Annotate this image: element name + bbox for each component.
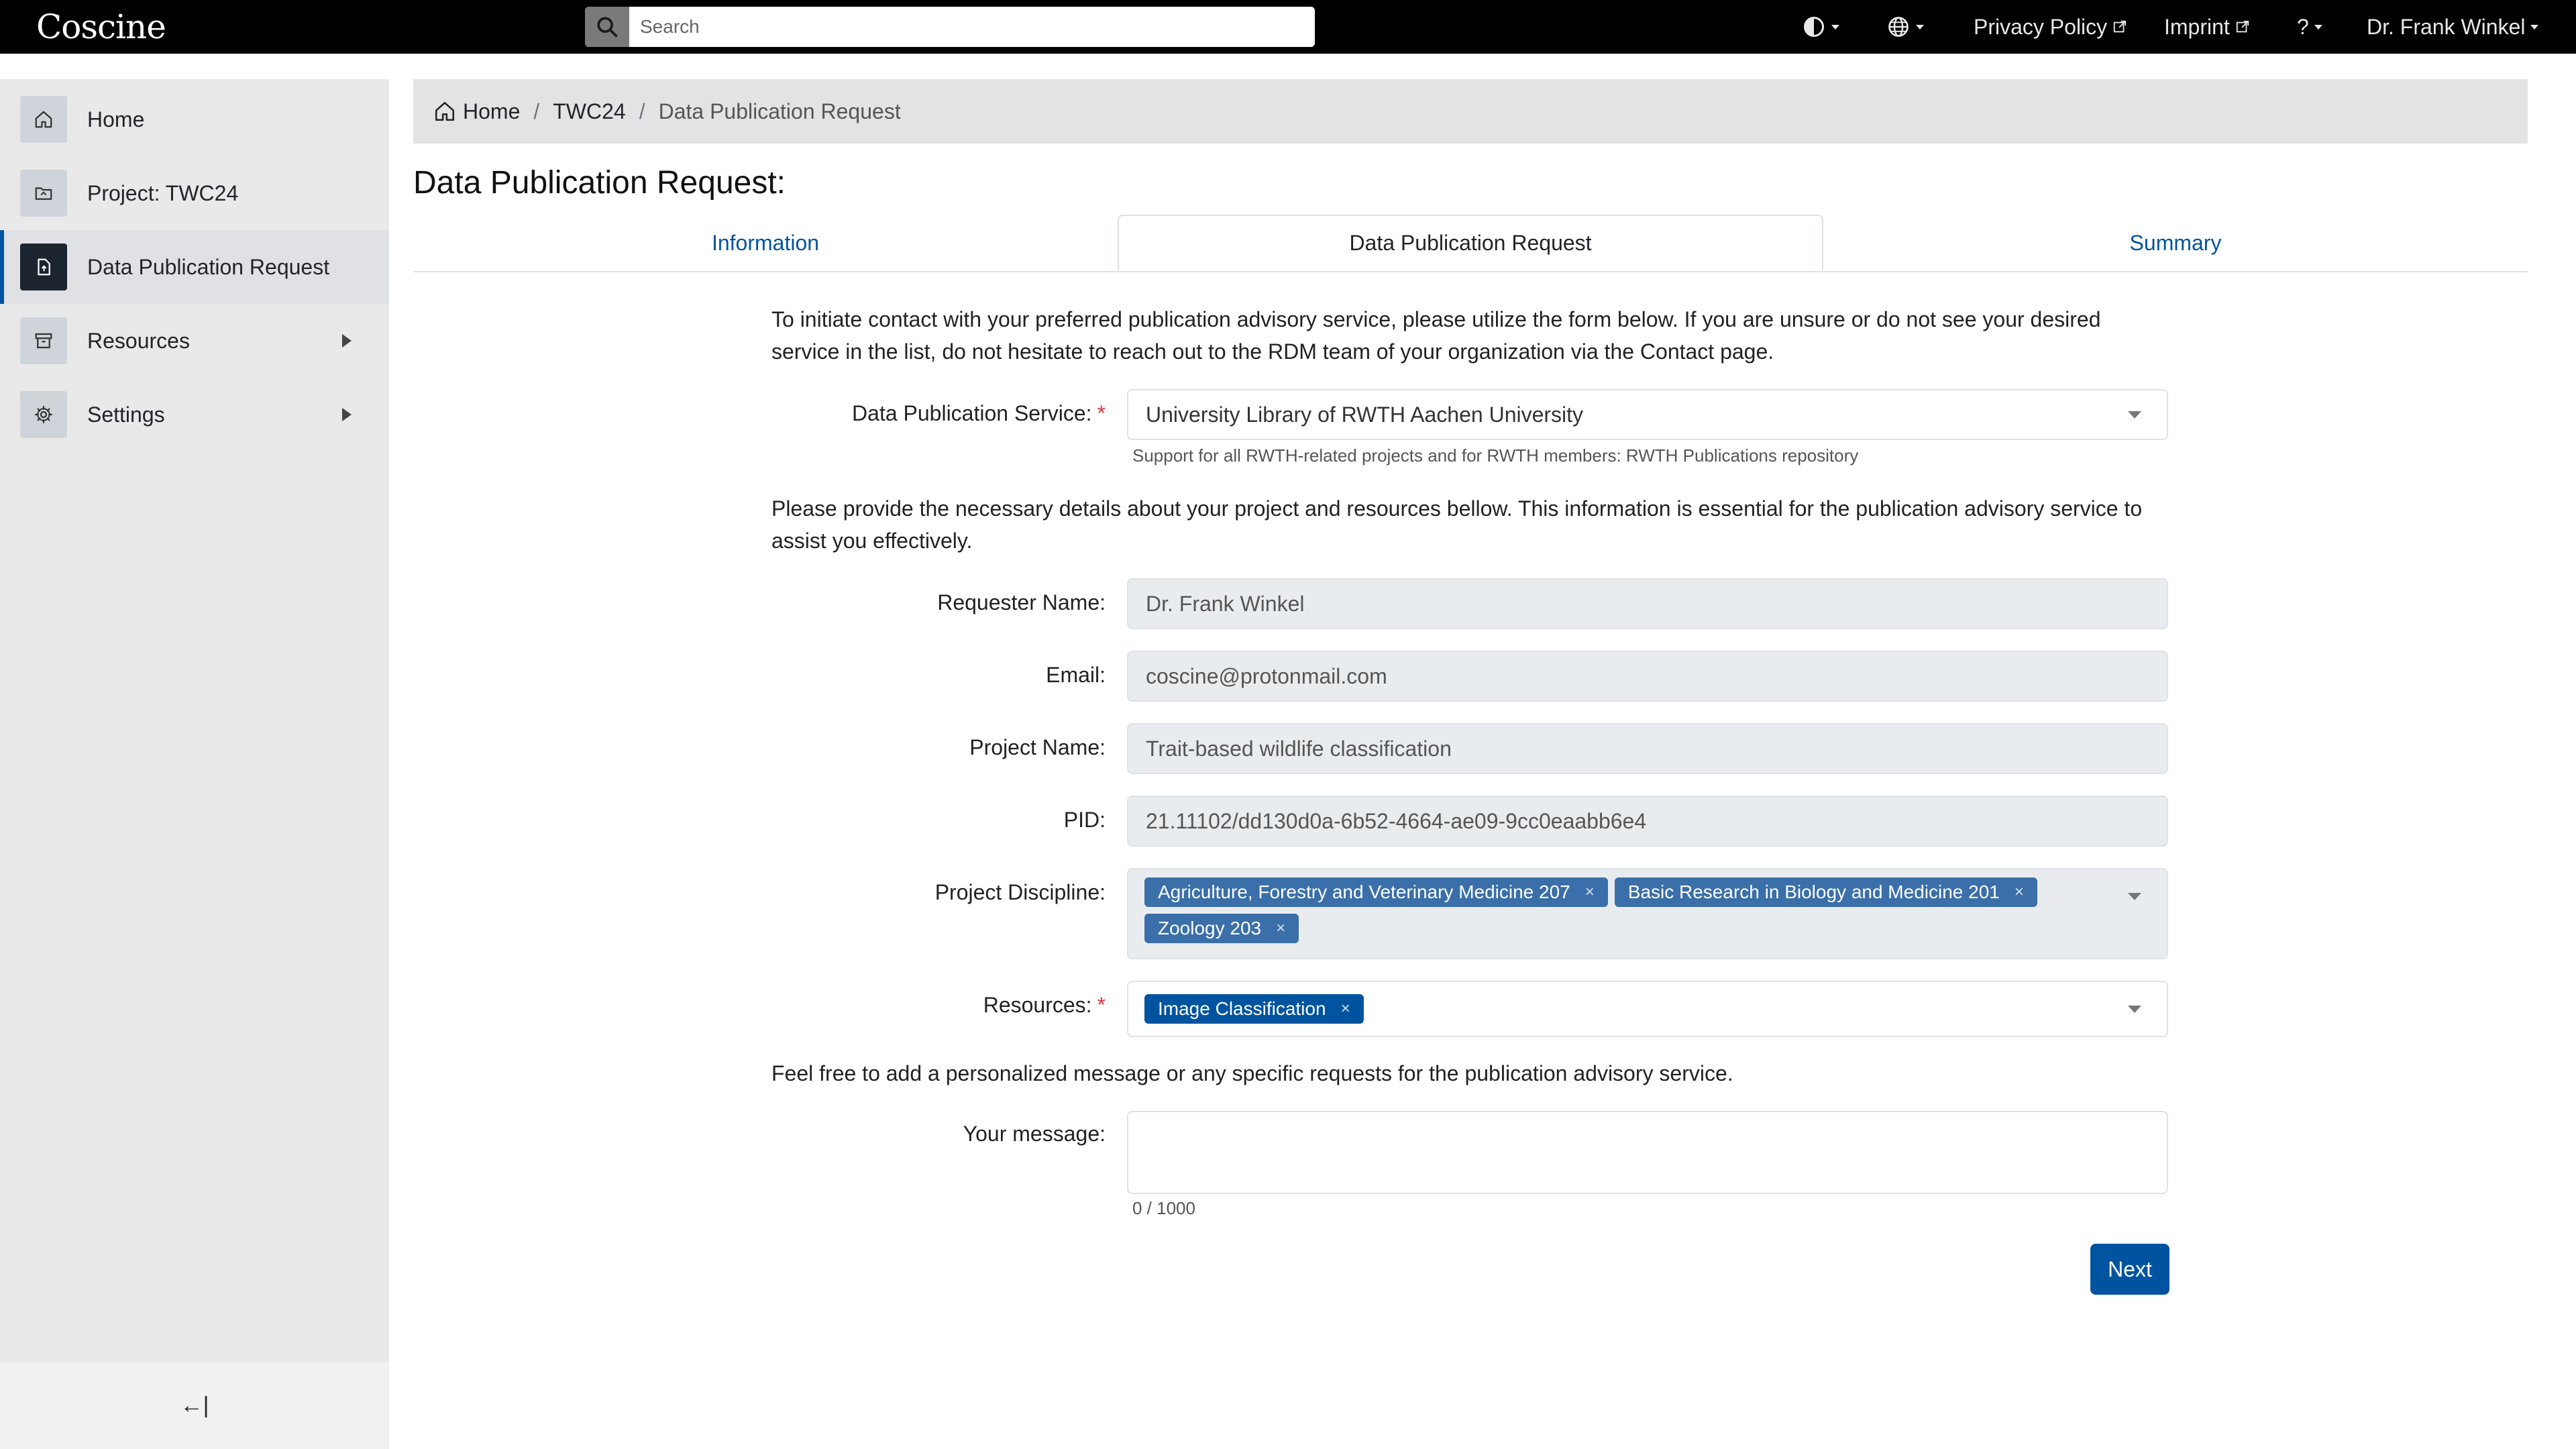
coscine-logo[interactable]: Coscine — [36, 4, 166, 50]
tab-summary[interactable]: Summary — [1823, 215, 2528, 271]
sidebar-item-label: Settings — [87, 402, 165, 427]
chevron-down-icon — [2314, 24, 2322, 30]
publication-service-value: University Library of RWTH Aachen Univer… — [1146, 402, 1584, 427]
search-icon — [597, 17, 618, 38]
service-label: Data Publication Service: * — [852, 401, 1106, 425]
breadcrumb-project[interactable]: TWC24 — [553, 99, 625, 124]
resources-select[interactable]: Image Classification × — [1127, 981, 2168, 1037]
resources-label: Resources: * — [983, 993, 1106, 1017]
discipline-chip: Agriculture, Forestry and Veterinary Med… — [1144, 877, 1608, 907]
chevron-down-icon — [2128, 893, 2141, 900]
discipline-chip: Basic Research in Biology and Medicine 2… — [1614, 877, 2037, 907]
globe-icon — [1888, 17, 1909, 37]
chevron-down-icon — [1916, 24, 1924, 30]
sidebar-item-home[interactable]: Home — [0, 83, 389, 156]
message-label: Your message: — [963, 1122, 1106, 1146]
page-title: Data Publication Request: — [413, 165, 786, 201]
language-menu[interactable] — [1886, 0, 1924, 54]
privacy-policy-label: Privacy Policy — [1974, 14, 2108, 39]
theme-toggle[interactable] — [1802, 0, 1839, 54]
tab-bar: Information Data Publication Request Sum… — [413, 215, 2528, 272]
discipline-label: Project Discipline: — [934, 880, 1106, 904]
breadcrumb-home[interactable]: Home — [463, 99, 520, 124]
chevron-right-icon — [342, 408, 352, 421]
search-input[interactable] — [629, 7, 1315, 47]
project-discipline-select[interactable]: Agriculture, Forestry and Veterinary Med… — [1127, 868, 2168, 959]
gear-icon — [35, 406, 52, 423]
imprint-label: Imprint — [2164, 14, 2230, 39]
message-intro-text: Feel free to add a personalized message … — [771, 1061, 1733, 1085]
search-bar — [585, 7, 1315, 47]
service-help-text: Support for all RWTH-related projects an… — [1132, 445, 1859, 466]
requester-name-field[interactable]: Dr. Frank Winkel — [1127, 578, 2168, 629]
help-label: ? — [2297, 14, 2309, 39]
sidebar-item-label: Project: TWC24 — [87, 180, 239, 205]
file-upload-icon — [38, 258, 50, 276]
chevron-down-icon — [2128, 1006, 2141, 1013]
help-menu[interactable]: ? — [2297, 0, 2322, 54]
collapse-icon: ←| — [180, 1392, 209, 1418]
home-icon — [435, 101, 455, 121]
publication-service-select[interactable]: University Library of RWTH Aachen Univer… — [1127, 389, 2168, 440]
remove-chip-icon[interactable]: × — [1585, 883, 1595, 902]
sidebar-panel: Home Project: TWC24 Data Publication Req… — [0, 79, 389, 1449]
home-icon — [35, 111, 52, 128]
sidebar-item-label: Data Publication Request — [87, 254, 330, 279]
pid-label: PID: — [1063, 808, 1106, 832]
sidebar-item-label: Home — [87, 107, 145, 131]
next-button[interactable]: Next — [2090, 1244, 2169, 1295]
intro-text: To initiate contact with your preferred … — [771, 307, 2101, 364]
project-name-label: Project Name: — [969, 735, 1106, 759]
chevron-down-icon — [2128, 411, 2141, 419]
tab-information[interactable]: Information — [413, 215, 1118, 271]
sidebar-item-label: Resources — [87, 328, 190, 353]
top-navbar: Coscine Privacy Policy Imprint ? Dr. Fra… — [0, 0, 2576, 54]
archive-icon — [35, 333, 52, 349]
chevron-down-icon — [1831, 24, 1839, 30]
message-char-counter: 0 / 1000 — [1132, 1198, 1195, 1218]
email-label: Email: — [1046, 663, 1106, 687]
sidebar-collapse-button[interactable]: ←| — [0, 1362, 389, 1449]
tab-data-publication-request[interactable]: Data Publication Request — [1118, 215, 1823, 271]
remove-chip-icon[interactable]: × — [1341, 1000, 1350, 1018]
discipline-chip: Zoology 203 × — [1144, 914, 1299, 943]
requester-label: Requester Name: — [937, 590, 1106, 614]
sidebar-item-resources[interactable]: Resources — [0, 304, 389, 378]
sidebar-item-settings[interactable]: Settings — [0, 378, 389, 451]
remove-chip-icon[interactable]: × — [1276, 919, 1285, 938]
imprint-link[interactable]: Imprint — [2164, 0, 2250, 54]
breadcrumb: Home / TWC24 / Data Publication Request — [413, 79, 2528, 144]
user-menu[interactable]: Dr. Frank Winkel — [2367, 0, 2539, 54]
project-name-field[interactable]: Trait-based wildlife classification — [1127, 723, 2168, 774]
folder-icon — [35, 187, 52, 200]
external-link-icon — [2236, 20, 2249, 33]
breadcrumb-current: Data Publication Request — [658, 99, 901, 123]
pid-field[interactable]: 21.11102/dd130d0a-6b52-4664-ae09-9cc0eaa… — [1127, 796, 2168, 847]
user-name: Dr. Frank Winkel — [2367, 14, 2526, 39]
sidebar-item-data-publication-request[interactable]: Data Publication Request — [0, 230, 389, 304]
active-indicator — [0, 230, 4, 304]
resource-chip: Image Classification × — [1144, 994, 1364, 1024]
email-field[interactable]: coscine@protonmail.com — [1127, 651, 2168, 702]
chevron-right-icon — [342, 334, 352, 347]
external-link-icon — [2113, 20, 2127, 33]
remove-chip-icon[interactable]: × — [2015, 883, 2024, 902]
details-intro-text: Please provide the necessary details abo… — [771, 496, 2143, 553]
search-button[interactable] — [585, 7, 629, 47]
chevron-down-icon — [2530, 24, 2539, 30]
sidebar-item-project[interactable]: Project: TWC24 — [0, 156, 389, 230]
privacy-policy-link[interactable]: Privacy Policy — [1974, 0, 2127, 54]
message-textarea[interactable] — [1127, 1111, 2168, 1194]
contrast-icon — [1804, 17, 1824, 37]
